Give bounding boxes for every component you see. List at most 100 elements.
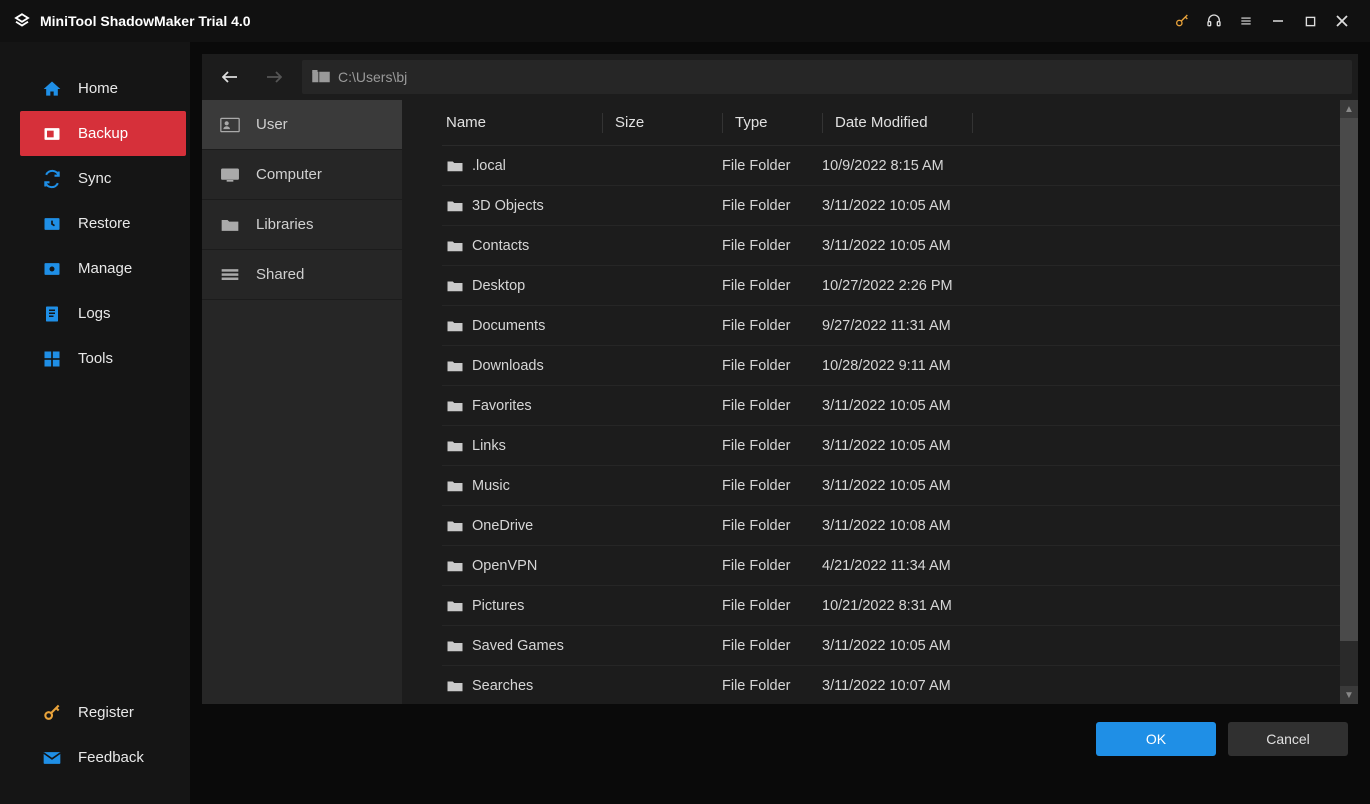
file-name: OneDrive bbox=[472, 518, 533, 534]
folder-icon bbox=[446, 199, 464, 213]
nav-item-logs[interactable]: Logs bbox=[0, 291, 190, 336]
close-button[interactable] bbox=[1326, 0, 1358, 42]
file-row[interactable]: .localFile Folder10/9/2022 8:15 AM bbox=[442, 146, 1340, 186]
col-name[interactable]: Name bbox=[442, 114, 602, 131]
titlebar-menu-icon[interactable] bbox=[1230, 0, 1262, 42]
titlebar-register-icon[interactable] bbox=[1166, 0, 1198, 42]
nav-back-button[interactable] bbox=[208, 54, 252, 100]
nav-item-feedback[interactable]: Feedback bbox=[0, 735, 190, 780]
nav-item-restore[interactable]: Restore bbox=[0, 201, 190, 246]
file-list: Name Size Type Date Modified .localFile … bbox=[442, 100, 1340, 704]
logs-icon bbox=[40, 302, 64, 326]
ok-button[interactable]: OK bbox=[1096, 722, 1216, 756]
col-size[interactable]: Size bbox=[602, 113, 722, 133]
nav-label: Register bbox=[78, 704, 134, 721]
file-row[interactable]: DownloadsFile Folder10/28/2022 9:11 AM bbox=[442, 346, 1340, 386]
sidebar: Home Backup Sync Restore Manage Logs Tools Reg… bbox=[0, 42, 190, 804]
nav-item-manage[interactable]: Manage bbox=[0, 246, 190, 291]
file-date: 3/11/2022 10:05 AM bbox=[822, 198, 1340, 214]
folder-icon bbox=[446, 559, 464, 573]
file-date: 10/27/2022 2:26 PM bbox=[822, 278, 1340, 294]
computer-icon bbox=[218, 163, 242, 187]
file-name: 3D Objects bbox=[472, 198, 544, 214]
scroll-down-icon[interactable]: ▼ bbox=[1340, 686, 1358, 704]
file-date: 10/9/2022 8:15 AM bbox=[822, 158, 1340, 174]
nav-item-register[interactable]: Register bbox=[0, 690, 190, 735]
folder-icon bbox=[446, 479, 464, 493]
titlebar-headset-icon[interactable] bbox=[1198, 0, 1230, 42]
file-date: 3/11/2022 10:05 AM bbox=[822, 398, 1340, 414]
file-row[interactable]: DesktopFile Folder10/27/2022 2:26 PM bbox=[442, 266, 1340, 306]
sync-icon bbox=[40, 167, 64, 191]
user-card-icon bbox=[218, 113, 242, 137]
tree-item-libraries[interactable]: Libraries bbox=[202, 200, 402, 250]
file-type: File Folder bbox=[722, 358, 822, 374]
path-input[interactable]: C:\Users\bj bbox=[302, 60, 1352, 94]
file-date: 3/11/2022 10:07 AM bbox=[822, 678, 1340, 694]
nav-item-backup[interactable]: Backup bbox=[20, 111, 186, 156]
nav-item-sync[interactable]: Sync bbox=[0, 156, 190, 201]
nav-forward-button[interactable] bbox=[252, 54, 296, 100]
file-row[interactable]: Searches File Folder3/11/2022 10:07 AM bbox=[442, 666, 1340, 704]
folder-icon bbox=[446, 639, 464, 653]
tree-item-computer[interactable]: Computer bbox=[202, 150, 402, 200]
file-date: 10/28/2022 9:11 AM bbox=[822, 358, 1340, 374]
file-date: 3/11/2022 10:05 AM bbox=[822, 238, 1340, 254]
file-type: File Folder bbox=[722, 558, 822, 574]
location-tree: UserComputer Libraries Shared bbox=[202, 100, 402, 704]
file-row[interactable]: ContactsFile Folder3/11/2022 10:05 AM bbox=[442, 226, 1340, 266]
maximize-button[interactable] bbox=[1294, 0, 1326, 42]
key-icon bbox=[40, 701, 64, 725]
file-row[interactable]: LinksFile Folder3/11/2022 10:05 AM bbox=[442, 426, 1340, 466]
app-logo-icon bbox=[12, 11, 32, 31]
file-row[interactable]: OpenVPNFile Folder4/21/2022 11:34 AM bbox=[442, 546, 1340, 586]
file-name: Searches bbox=[472, 678, 533, 694]
tools-icon bbox=[40, 347, 64, 371]
file-type: File Folder bbox=[722, 678, 822, 694]
file-row[interactable]: MusicFile Folder3/11/2022 10:05 AM bbox=[442, 466, 1340, 506]
file-name: Documents bbox=[472, 318, 545, 334]
tree-item-user[interactable]: User bbox=[202, 100, 402, 150]
col-date[interactable]: Date Modified bbox=[822, 113, 972, 133]
folder-icon bbox=[446, 359, 464, 373]
file-row[interactable]: DocumentsFile Folder9/27/2022 11:31 AM bbox=[442, 306, 1340, 346]
tree-item-shared[interactable]: Shared bbox=[202, 250, 402, 300]
nav-label: Backup bbox=[78, 125, 128, 142]
tree-label: Libraries bbox=[256, 216, 314, 233]
folder-icon bbox=[218, 213, 242, 237]
file-type: File Folder bbox=[722, 438, 822, 454]
file-row[interactable]: FavoritesFile Folder3/11/2022 10:05 AM bbox=[442, 386, 1340, 426]
folder-icon bbox=[446, 439, 464, 453]
file-row[interactable]: 3D ObjectsFile Folder3/11/2022 10:05 AM bbox=[442, 186, 1340, 226]
nav-item-tools[interactable]: Tools bbox=[0, 336, 190, 381]
file-type: File Folder bbox=[722, 158, 822, 174]
shared-icon bbox=[218, 263, 242, 287]
scrollbar[interactable]: ▲ ▼ bbox=[1340, 100, 1358, 704]
scroll-up-icon[interactable]: ▲ bbox=[1340, 100, 1358, 118]
file-row[interactable]: OneDriveFile Folder3/11/2022 10:08 AM bbox=[442, 506, 1340, 546]
file-name: Music bbox=[472, 478, 510, 494]
cancel-button[interactable]: Cancel bbox=[1228, 722, 1348, 756]
folder-icon bbox=[446, 679, 464, 693]
scroll-thumb[interactable] bbox=[1340, 118, 1358, 641]
nav-label: Logs bbox=[78, 305, 111, 322]
file-type: File Folder bbox=[722, 478, 822, 494]
backup-icon bbox=[40, 122, 64, 146]
folder-icon bbox=[446, 239, 464, 253]
file-name: Contacts bbox=[472, 238, 529, 254]
file-name: Links bbox=[472, 438, 506, 454]
col-type[interactable]: Type bbox=[722, 113, 822, 133]
restore-icon bbox=[40, 212, 64, 236]
nav-item-home[interactable]: Home bbox=[0, 66, 190, 111]
file-row[interactable]: PicturesFile Folder10/21/2022 8:31 AM bbox=[442, 586, 1340, 626]
file-date: 3/11/2022 10:05 AM bbox=[822, 638, 1340, 654]
path-folder-icon bbox=[312, 70, 330, 84]
file-row[interactable]: Saved GamesFile Folder3/11/2022 10:05 AM bbox=[442, 626, 1340, 666]
nav-label: Restore bbox=[78, 215, 131, 232]
path-text: C:\Users\bj bbox=[338, 69, 407, 85]
mail-icon bbox=[40, 746, 64, 770]
file-type: File Folder bbox=[722, 638, 822, 654]
folder-icon bbox=[446, 159, 464, 173]
minimize-button[interactable] bbox=[1262, 0, 1294, 42]
folder-icon bbox=[446, 319, 464, 333]
